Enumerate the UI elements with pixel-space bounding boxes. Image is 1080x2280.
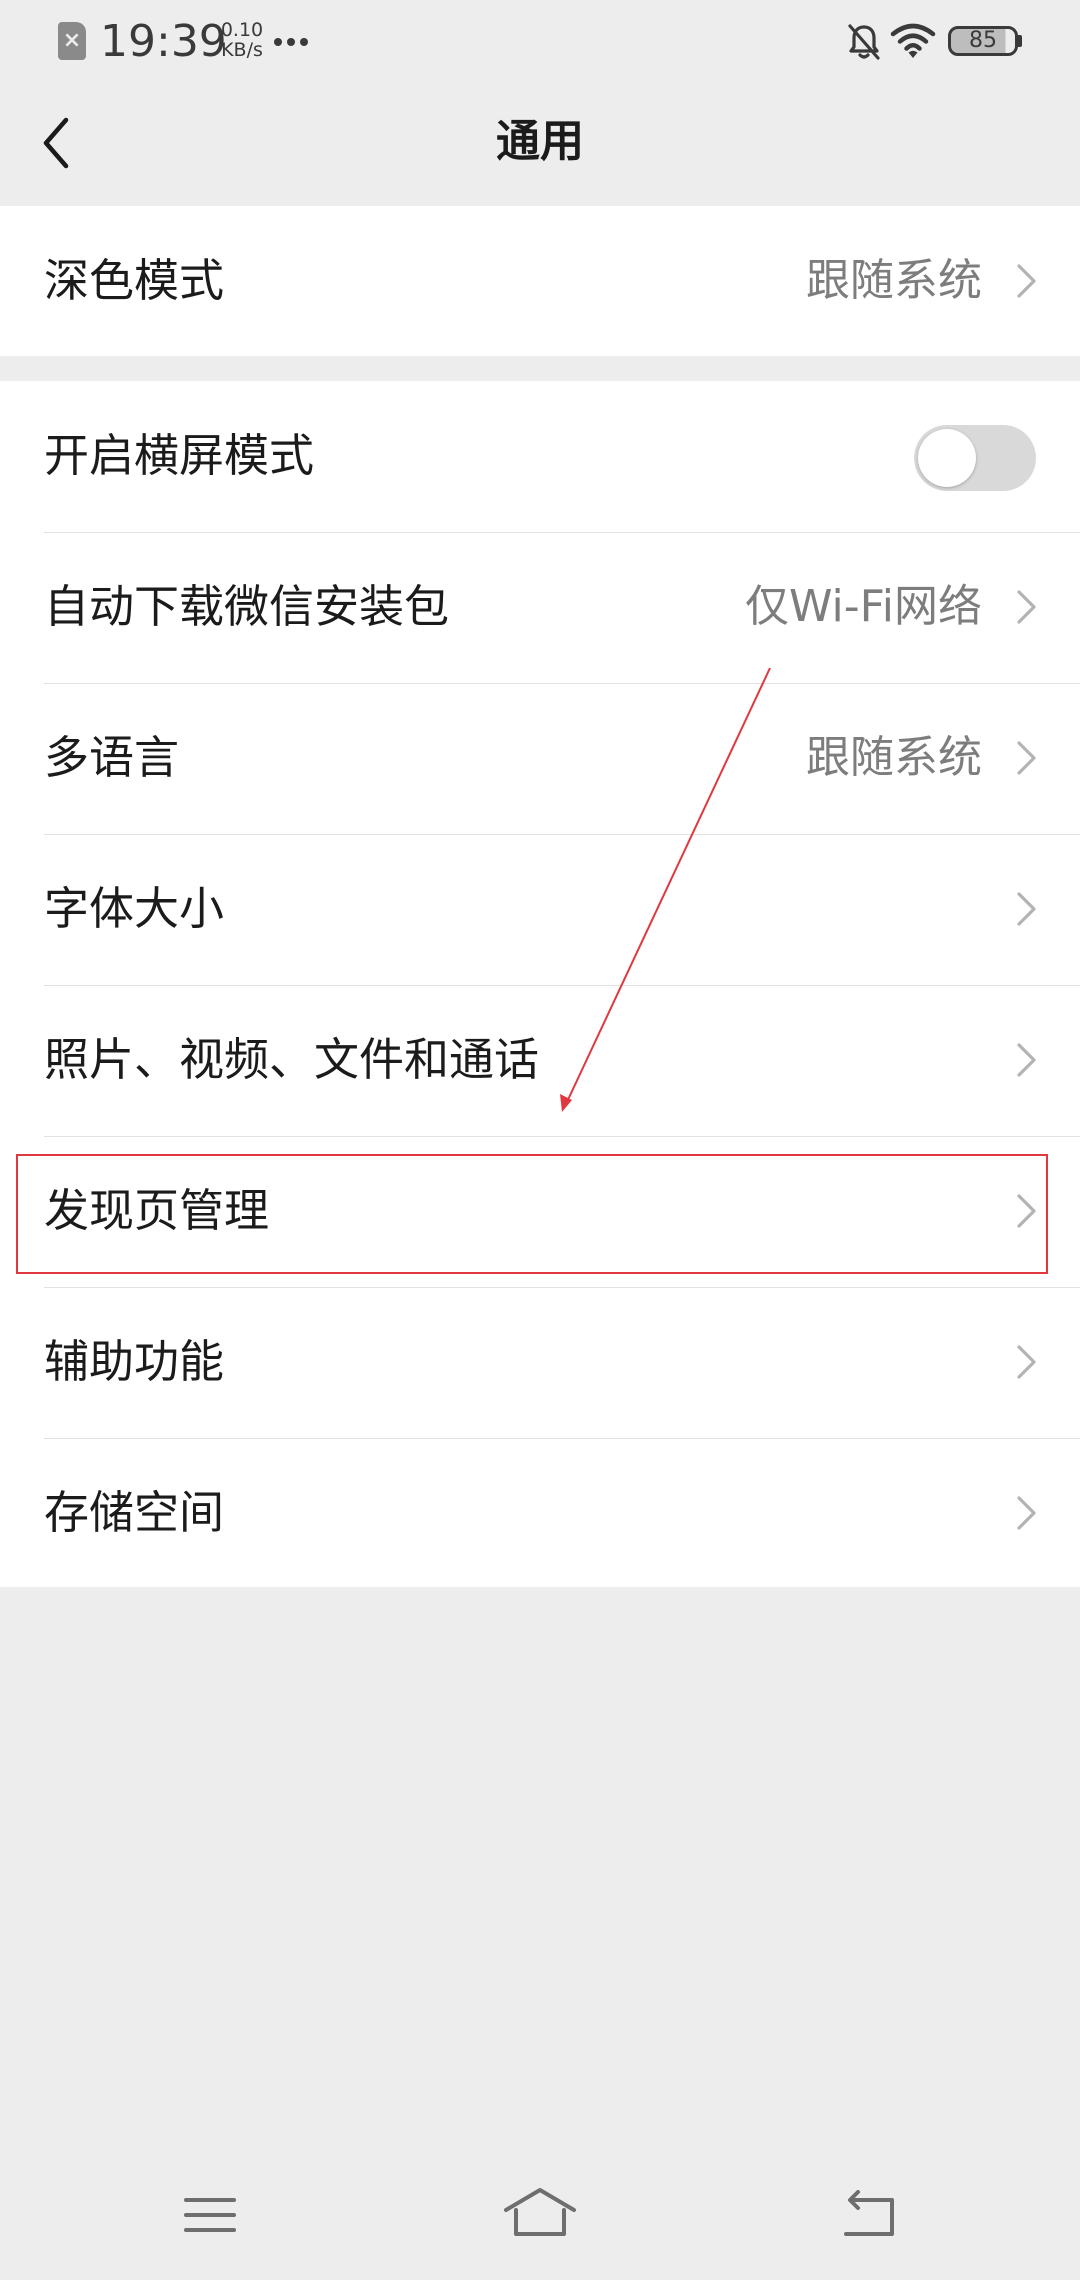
chevron-right-icon — [1017, 1043, 1036, 1077]
back-button[interactable] — [30, 108, 90, 178]
setting-value: 跟随系统 — [806, 255, 982, 306]
setting-language[interactable]: 多语言 跟随系统 — [0, 683, 1080, 834]
back-return-icon — [844, 2190, 894, 2236]
settings-group-general: 开启横屏模式 自动下载微信安装包 仅Wi-Fi网络 多语言 跟随系统 字体大小 … — [0, 381, 1080, 1587]
setting-label: 深色模式 — [44, 254, 225, 307]
toggle-knob — [918, 429, 976, 487]
sim-error-icon: × — [58, 22, 86, 60]
chevron-right-icon — [1017, 1194, 1036, 1228]
net-speed: 0.10 KB/s — [214, 20, 270, 60]
chevron-right-icon — [1017, 1496, 1036, 1530]
more-dots-icon — [274, 38, 310, 48]
chevron-right-icon — [1017, 590, 1036, 624]
setting-storage[interactable]: 存储空间 — [0, 1438, 1080, 1589]
return-button[interactable] — [830, 2180, 910, 2250]
chevron-left-icon — [43, 117, 69, 169]
settings-group-display: 深色模式 跟随系统 — [0, 206, 1080, 356]
setting-dark-mode[interactable]: 深色模式 跟随系统 — [0, 206, 1080, 356]
battery-tip — [1018, 35, 1022, 47]
menu-icon — [184, 2198, 236, 2232]
setting-label: 自动下载微信安装包 — [44, 580, 450, 633]
setting-font-size[interactable]: 字体大小 — [0, 834, 1080, 985]
menu-button[interactable] — [170, 2180, 250, 2250]
setting-label: 字体大小 — [44, 882, 225, 935]
setting-media[interactable]: 照片、视频、文件和通话 — [0, 985, 1080, 1136]
wifi-icon — [890, 23, 936, 58]
bell-muted-icon — [848, 24, 880, 60]
page-title: 通用 — [496, 116, 584, 167]
setting-label: 辅助功能 — [44, 1335, 225, 1388]
setting-label: 开启横屏模式 — [44, 429, 315, 482]
chevron-right-icon — [1017, 892, 1036, 926]
home-icon — [504, 2188, 576, 2236]
setting-label: 多语言 — [44, 731, 180, 784]
system-nav-bar — [0, 2170, 1080, 2260]
landscape-toggle[interactable] — [914, 425, 1036, 491]
screen: × 19:39 0.10 KB/s 85 通用 深色模式 跟随系统 开启横屏模式… — [0, 0, 1080, 2280]
setting-label: 发现页管理 — [44, 1184, 270, 1237]
nav-bar: 通用 — [0, 84, 1080, 206]
net-speed-value: 0.10 — [220, 19, 264, 41]
setting-auto-download[interactable]: 自动下载微信安装包 仅Wi-Fi网络 — [0, 532, 1080, 683]
home-button[interactable] — [500, 2180, 580, 2250]
setting-value: 仅Wi-Fi网络 — [745, 581, 982, 632]
setting-accessibility[interactable]: 辅助功能 — [0, 1287, 1080, 1438]
status-time: 19:39 — [100, 16, 227, 67]
setting-discover-page[interactable]: 发现页管理 — [0, 1136, 1080, 1287]
setting-value: 跟随系统 — [806, 732, 982, 783]
net-speed-unit: KB/s — [221, 39, 263, 61]
status-bar: × 19:39 0.10 KB/s 85 — [0, 0, 1080, 84]
setting-label: 照片、视频、文件和通话 — [44, 1033, 540, 1086]
setting-landscape-mode: 开启横屏模式 — [0, 381, 1080, 532]
setting-label: 存储空间 — [44, 1486, 225, 1539]
chevron-right-icon — [1017, 741, 1036, 775]
chevron-right-icon — [1017, 264, 1036, 298]
battery-icon: 85 — [948, 26, 1018, 56]
chevron-right-icon — [1017, 1345, 1036, 1379]
